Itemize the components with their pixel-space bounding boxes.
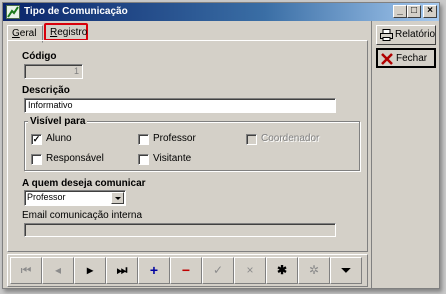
side-toolbar: Relatório Fechar [371,21,439,289]
relatorio-button[interactable]: Relatório [376,25,436,45]
window-title: Tipo de Comunicação [24,6,128,17]
relatorio-label: Relatório [395,29,436,40]
coordenador-checkbox [246,134,257,145]
filter-icon[interactable]: ⏷ [330,257,362,284]
visitante-checkbox[interactable] [138,154,149,165]
descricao-label: Descrição [22,85,70,96]
insert-icon[interactable]: + [138,257,170,284]
codigo-field: 1 [24,64,83,79]
refresh-icon[interactable]: ✱ [266,257,298,284]
coordenador-label: Coordenador [261,133,320,144]
printer-icon [380,29,393,48]
tab-registro[interactable]: Registro [44,23,88,41]
aluno-checkbox[interactable]: ✓ [31,134,42,145]
close-x-icon [381,53,393,72]
main-window: Tipo de Comunicação _ □ × Geral Registro… [2,2,440,289]
last-icon[interactable]: ⏭ [106,257,138,284]
visivel-para-title: Visível para [28,116,88,127]
comunicar-label: A quem deseja comunicar [22,178,146,189]
visitante-label: Visitante [153,153,192,164]
codigo-label: Código [22,51,57,62]
fechar-label: Fechar [396,53,428,64]
minimize-button[interactable]: _ [393,5,407,18]
delete-icon[interactable]: − [170,257,202,284]
title-bar[interactable]: Tipo de Comunicação _ □ × [3,3,439,21]
comunicar-select[interactable]: Professor [24,190,126,206]
post-icon[interactable]: ✓ [202,257,234,284]
fechar-button[interactable]: Fechar [376,48,436,68]
comunicar-value: Professor [27,192,66,202]
close-button[interactable]: × [423,5,437,18]
refresh-all-icon[interactable]: ✲ [298,257,330,284]
responsavel-label: Responsável [46,153,104,164]
professor-checkbox[interactable] [138,134,149,145]
first-icon[interactable]: ⏮ [10,257,42,284]
email-label: Email comunicação interna [22,210,143,221]
chevron-down-icon[interactable] [111,192,124,204]
app-icon [6,5,20,19]
responsavel-checkbox[interactable] [31,154,42,165]
navigator-bar: ⏮ ◂ ▸ ⏭ + − ✓ × ✱ ✲ ⏷ [7,254,368,287]
descricao-input[interactable]: Informativo [24,98,336,113]
next-icon[interactable]: ▸ [74,257,106,284]
registro-panel: Código 1 Descrição Informativo Visível p… [7,40,368,252]
professor-label: Professor [153,133,196,144]
email-field [24,223,336,237]
maximize-button[interactable]: □ [407,5,421,18]
prior-icon[interactable]: ◂ [42,257,74,284]
cancel-icon[interactable]: × [234,257,266,284]
aluno-label: Aluno [46,133,72,144]
